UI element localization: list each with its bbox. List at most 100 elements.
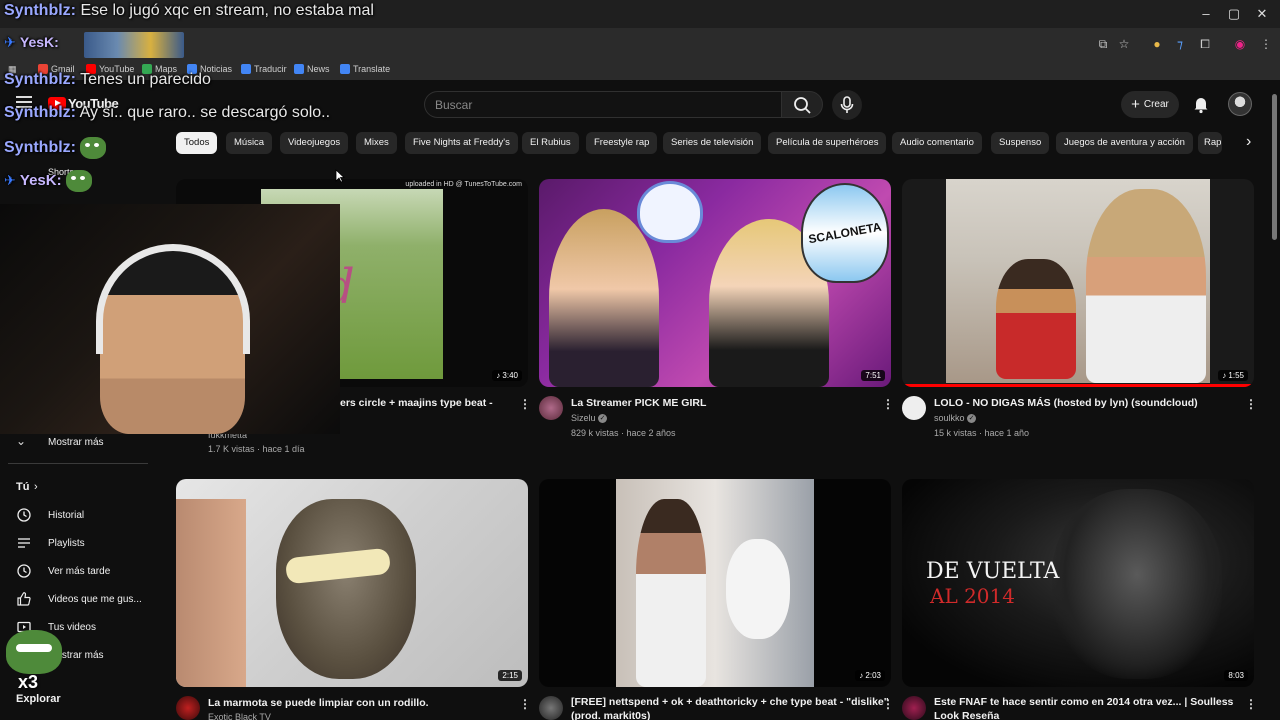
channel-avatar[interactable] (176, 696, 200, 720)
chip-videojuegos[interactable]: Videojuegos (280, 132, 349, 154)
chat-message: Synthblz: Tenes un parecido (4, 71, 211, 88)
channel-avatar[interactable] (902, 396, 926, 420)
search-field[interactable] (424, 91, 781, 118)
video-title[interactable]: La Streamer PICK ME GIRL (571, 396, 706, 410)
chevron-down-icon: ⌄ (16, 434, 27, 448)
chip-series-tv[interactable]: Series de televisión (663, 132, 762, 154)
stream-banner-image (84, 32, 184, 58)
chip-audio-comentario[interactable]: Audio comentario (892, 132, 982, 154)
page-scrollbar[interactable] (1272, 94, 1277, 240)
more-options-icon[interactable]: ⋮ (882, 397, 894, 411)
video-duration: 2:15 (498, 670, 522, 681)
profile-icon[interactable]: ◉ (1232, 36, 1248, 52)
close-icon[interactable]: ✕ (1254, 6, 1270, 22)
chip-aventura-accion[interactable]: Juegos de aventura y acción (1056, 132, 1193, 154)
voice-search-button[interactable] (832, 90, 862, 120)
plus-icon: + (1131, 95, 1140, 113)
chat-badge-icon: ✈ (4, 34, 16, 50)
video-thumbnail[interactable]: DE VUELTA AL 2014 8:03 (902, 479, 1254, 687)
video-meta: 829 k vistas · hace 2 años (571, 428, 676, 438)
chip-rap[interactable]: Rap (1198, 132, 1222, 154)
chat-message: Synthblz: (4, 137, 107, 159)
chevron-right-icon: › (34, 481, 38, 493)
watch-progress-bar (902, 384, 1254, 387)
chat-message: Synthblz: Ese lo jugó xqc en stream, no … (4, 2, 374, 19)
thumbnail-image (946, 179, 1210, 383)
video-title[interactable]: La marmota se puede limpiar con un rodil… (208, 696, 429, 710)
chat-message: Synthblz: Ay si.. que raro.. se descargó… (4, 104, 331, 121)
video-thumbnail[interactable]: SCALONETA 7:51 (539, 179, 891, 387)
chat-message: ✈ YesK: (4, 34, 59, 50)
account-avatar[interactable] (1228, 92, 1252, 116)
mouse-cursor-icon (335, 169, 345, 183)
browser-menu-icon[interactable]: ⋮ (1258, 36, 1274, 52)
sidebar-item-historial[interactable]: Historial (0, 501, 150, 529)
video-channel[interactable]: soulkko ✓ (934, 413, 977, 424)
video-channel[interactable]: Exotic Black TV (208, 712, 271, 720)
video-duration: ♪ 1:55 (1218, 370, 1248, 381)
sidebar-item-playlists[interactable]: Playlists (0, 529, 150, 557)
video-title[interactable]: ers circle + maajins type beat - (340, 396, 493, 410)
chat-badge-icon: ✈ (4, 171, 16, 188)
more-options-icon[interactable]: ⋮ (882, 697, 894, 711)
playlist-icon (18, 538, 30, 548)
more-options-icon[interactable]: ⋮ (1245, 697, 1257, 711)
more-options-icon[interactable]: ⋮ (519, 697, 531, 711)
browser-toolbar: ⧉ ☆ ● ⁊ ⧠ ◉ ⋮ (0, 28, 1280, 60)
minimize-icon[interactable]: – (1198, 6, 1214, 22)
chip-suspenso[interactable]: Suspenso (991, 132, 1050, 154)
thumbnail-hand (176, 499, 246, 687)
more-options-icon[interactable]: ⋮ (519, 397, 531, 411)
video-thumbnail[interactable]: ♪ 1:55 (902, 179, 1254, 387)
chip-mixes[interactable]: Mixes (356, 132, 397, 154)
sidebar-section-you[interactable]: Tú › (0, 473, 150, 501)
video-title[interactable]: [FREE] nettspend + ok + deathtoricky + c… (571, 695, 889, 709)
chip-fnaf[interactable]: Five Nights at Freddy's (405, 132, 518, 154)
bookmark-news[interactable]: News (294, 64, 330, 74)
microphone-icon (840, 96, 854, 113)
translate-icon (241, 64, 251, 74)
bookmark-translate[interactable]: Translate (340, 64, 390, 74)
channel-avatar[interactable] (539, 696, 563, 720)
chip-musica[interactable]: Música (226, 132, 273, 154)
more-options-icon[interactable]: ⋮ (1245, 397, 1257, 411)
thumbnail-marmot (276, 499, 416, 679)
pepe-emote-icon (80, 137, 107, 159)
install-app-icon[interactable]: ⧉ (1095, 36, 1111, 52)
chevron-right-icon[interactable]: › (1246, 133, 1251, 151)
streamer-webcam (0, 204, 340, 434)
notifications-button[interactable] (1190, 93, 1212, 115)
chat-message: ✈ YesK: (4, 170, 92, 192)
sidebar-item-watch-later[interactable]: Ver más tarde (0, 557, 150, 585)
create-button[interactable]: + Crear (1121, 91, 1179, 118)
chip-el-rubius[interactable]: El Rubius (522, 132, 579, 154)
extensions-puzzle-icon[interactable]: ⧠ (1197, 36, 1213, 52)
search-button[interactable] (781, 91, 823, 118)
video-title-line-2[interactable]: (prod. markit0s) (571, 709, 650, 720)
bookmark-traducir[interactable]: Traducir (241, 64, 287, 74)
video-channel[interactable]: Sizelu ✓ (571, 413, 608, 424)
sidebar-divider (8, 463, 148, 464)
pepe-emote-icon (6, 630, 62, 674)
video-thumbnail[interactable]: 2:15 (176, 479, 528, 687)
video-title[interactable]: Este FNAF te hace sentir como en 2014 ot… (934, 695, 1233, 709)
video-duration: ♪ 3:40 (492, 370, 522, 381)
video-thumbnail[interactable]: ♪ 2:03 (539, 479, 891, 687)
video-meta: 1.7 K vistas · hace 1 día (208, 444, 305, 454)
chip-superheroes[interactable]: Película de superhéroes (768, 132, 887, 154)
bookmark-star-icon[interactable]: ☆ (1116, 36, 1132, 52)
thumbnail-animatronic (1052, 489, 1222, 679)
search-input[interactable] (425, 92, 781, 117)
channel-avatar[interactable] (539, 396, 563, 420)
maximize-icon[interactable]: ▢ (1226, 6, 1242, 22)
extension-icon[interactable]: ● (1149, 36, 1165, 52)
chip-todos[interactable]: Todos (176, 132, 218, 154)
clock-icon (17, 564, 31, 578)
channel-avatar[interactable] (902, 696, 926, 720)
chip-freestyle-rap[interactable]: Freestyle rap (586, 132, 658, 154)
video-title-line-2[interactable]: Look Reseña (934, 709, 999, 720)
news-icon (294, 64, 304, 74)
video-title[interactable]: LOLO - NO DIGAS MÁS (hosted by lyn) (sou… (934, 396, 1198, 410)
sidebar-item-liked-videos[interactable]: Videos que me gus... (0, 585, 150, 613)
translate-extension-icon[interactable]: ⁊ (1172, 36, 1188, 52)
